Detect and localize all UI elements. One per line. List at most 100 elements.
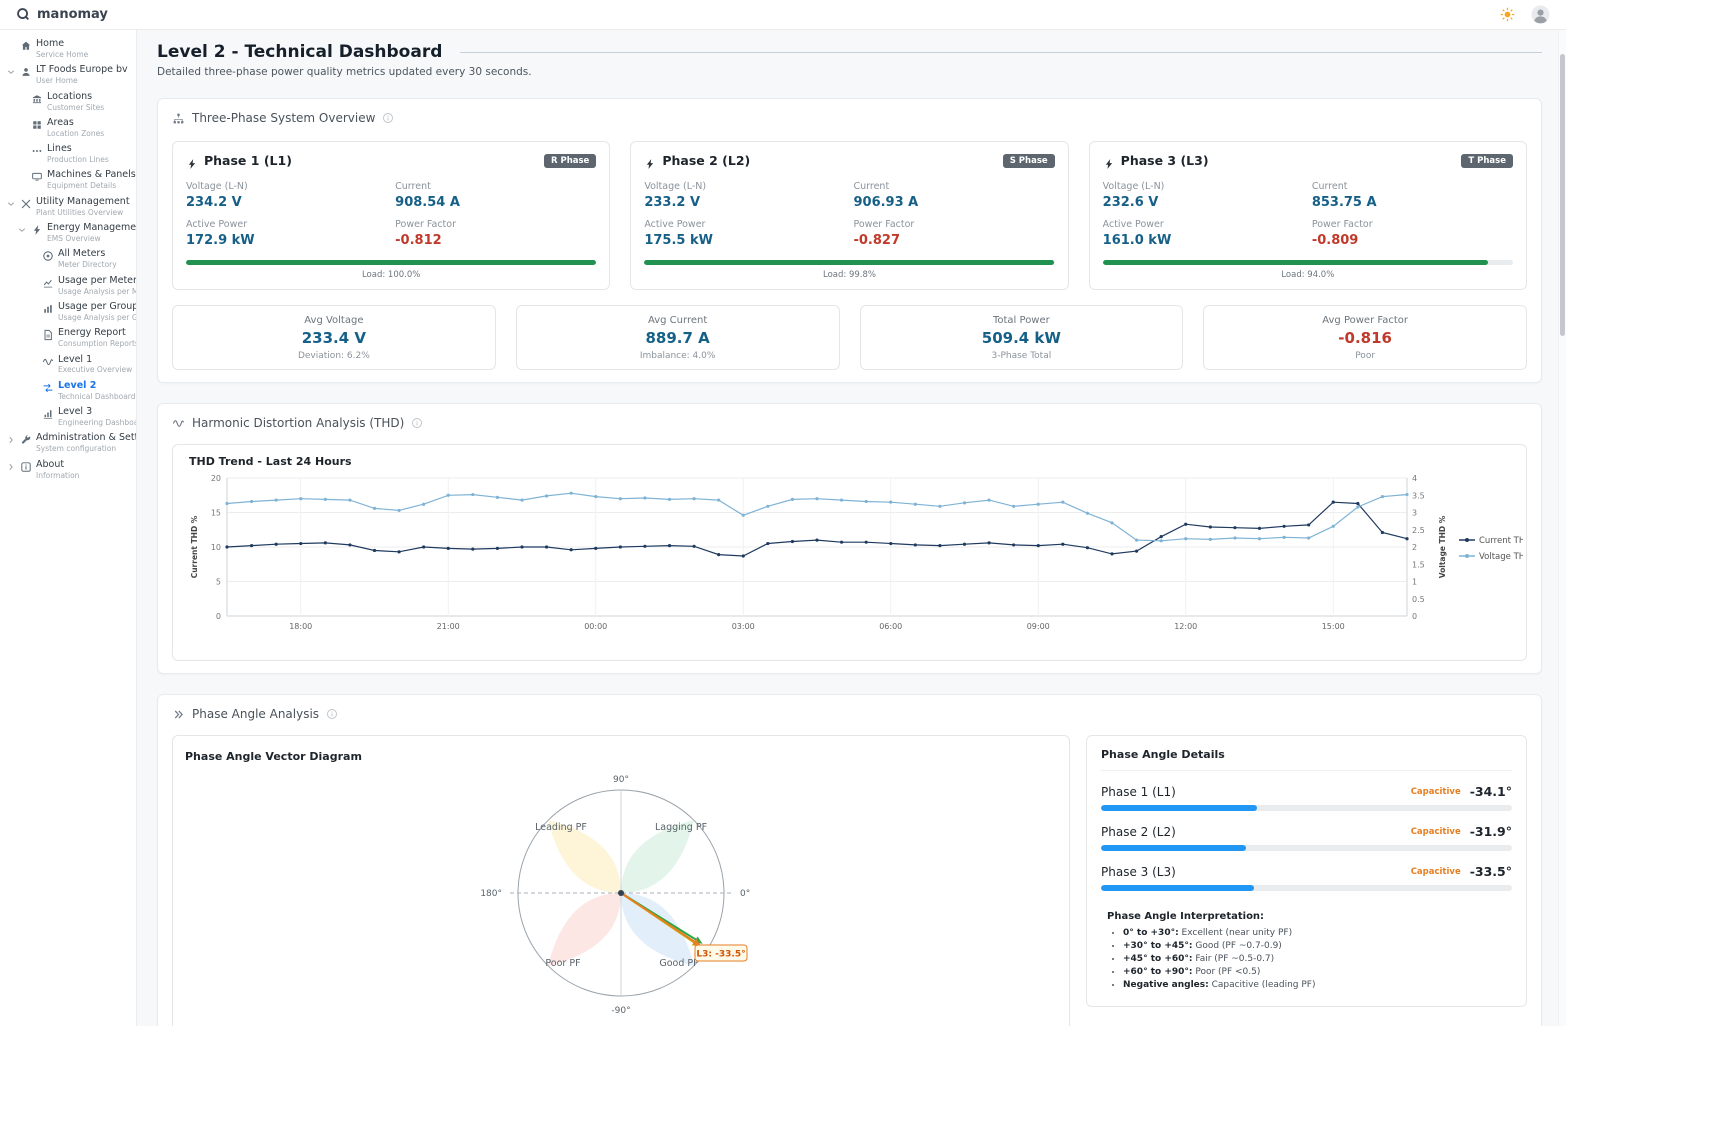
voltage-thd-marker bbox=[692, 497, 695, 500]
sidebar-item-administration-settings[interactable]: Administration & SettingsSystem configur… bbox=[0, 430, 136, 456]
load-bar-track bbox=[1103, 260, 1513, 265]
voltage-thd-marker bbox=[570, 492, 573, 495]
info-icon[interactable] bbox=[382, 112, 394, 124]
interpretation-item: +45° to +60°: Fair (PF ~0.5-0.7) bbox=[1123, 954, 1512, 964]
voltage-thd-marker bbox=[496, 496, 499, 499]
metric-value: 906.93 A bbox=[853, 195, 1054, 211]
metric-label: Power Factor bbox=[853, 219, 1054, 230]
current-thd-marker bbox=[1012, 544, 1015, 547]
current-thd-marker bbox=[717, 553, 720, 556]
theme-toggle-sun-icon[interactable] bbox=[1500, 7, 1515, 22]
sidebar-item-sublabel: Executive Overview bbox=[58, 365, 132, 374]
current-thd-marker bbox=[865, 541, 868, 544]
current-thd-marker bbox=[815, 539, 818, 542]
voltage-thd-marker bbox=[1258, 537, 1261, 540]
sidebar-item-home[interactable]: HomeService Home bbox=[0, 36, 136, 62]
info-icon[interactable] bbox=[326, 708, 338, 720]
summary-value: 889.7 A bbox=[527, 329, 829, 347]
sidebar-item-sublabel: System configuration bbox=[36, 444, 134, 453]
sidebar-item-about[interactable]: AboutInformation bbox=[0, 457, 136, 483]
sidebar-item-label: Level 2 bbox=[58, 381, 134, 392]
metric-label: Voltage (L-N) bbox=[186, 181, 387, 192]
current-thd-marker bbox=[1061, 543, 1064, 546]
voltage-thd-marker bbox=[348, 499, 351, 502]
quadrant-label-leading: Leading PF bbox=[535, 822, 587, 833]
chevron-icon bbox=[17, 172, 27, 182]
current-thd-marker bbox=[1037, 544, 1040, 547]
sidebar-item-usage-per-group[interactable]: Usage per GroupUsage Analysis per Group bbox=[0, 299, 136, 325]
interpretation-block: Phase Angle Interpretation: 0° to +30°: … bbox=[1101, 911, 1512, 990]
sidebar-item-sublabel: Service Home bbox=[36, 50, 88, 59]
chevron-down-icon bbox=[6, 67, 16, 77]
load-bar-fill bbox=[1103, 260, 1489, 265]
sidebar-item-level-1[interactable]: Level 1Executive Overview bbox=[0, 352, 136, 378]
summary-cards-row: Avg Voltage233.4 VDeviation: 6.2%Avg Cur… bbox=[172, 305, 1527, 370]
interpretation-text: Poor (PF <0.5) bbox=[1192, 967, 1260, 977]
phase-angle-bar-track bbox=[1101, 885, 1512, 891]
sidebar-item-lt-foods-europe-bv[interactable]: LT Foods Europe bvUser Home bbox=[0, 62, 136, 88]
sidebar-item-lines[interactable]: LinesProduction Lines bbox=[0, 141, 136, 167]
interpretation-text: Capacitive (leading PF) bbox=[1209, 980, 1316, 990]
voltage-thd-marker bbox=[963, 502, 966, 505]
voltage-thd-marker bbox=[545, 495, 548, 498]
voltage-thd-marker bbox=[471, 493, 474, 496]
summary-label: Avg Current bbox=[527, 315, 829, 326]
thd-chart-card: THD Trend - Last 24 Hours 0510152000.511… bbox=[172, 444, 1527, 661]
summary-label: Avg Voltage bbox=[183, 315, 485, 326]
metric-label: Power Factor bbox=[395, 219, 596, 230]
metric-value: 172.9 kW bbox=[186, 233, 387, 249]
sidebar-item-energy-management[interactable]: Energy ManagementEMS Overview bbox=[0, 220, 136, 246]
sidebar-item-level-2[interactable]: Level 2Technical Dashboard bbox=[0, 378, 136, 404]
current-thd-marker bbox=[1086, 546, 1089, 549]
svg-text:1.5: 1.5 bbox=[1412, 561, 1425, 570]
user-avatar[interactable] bbox=[1531, 5, 1550, 24]
phase-name: Phase 2 (L2) bbox=[662, 153, 996, 168]
vertical-scrollbar[interactable] bbox=[1558, 30, 1566, 1026]
voltage-thd-marker bbox=[742, 514, 745, 517]
sidebar-item-all-meters[interactable]: All MetersMeter Directory bbox=[0, 246, 136, 272]
current-thd-marker bbox=[889, 542, 892, 545]
current-thd-marker bbox=[1381, 531, 1384, 534]
metric-value: 233.2 V bbox=[644, 195, 845, 211]
voltage-thd-marker bbox=[619, 497, 622, 500]
sidebar-item-locations[interactable]: LocationsCustomer Sites bbox=[0, 89, 136, 115]
voltage-thd-marker bbox=[889, 501, 892, 504]
summary-value: 509.4 kW bbox=[871, 329, 1173, 347]
phase-angle-bar-fill bbox=[1101, 805, 1257, 811]
sidebar-item-energy-report[interactable]: Energy ReportConsumption Reports bbox=[0, 325, 136, 351]
current-thd-marker bbox=[520, 546, 523, 549]
phase-metrics: Voltage (L-N)233.2 VCurrent906.93 AActiv… bbox=[644, 181, 1054, 248]
doc-icon bbox=[42, 329, 54, 341]
arrows-icon bbox=[42, 382, 54, 394]
sidebar-item-usage-per-meter[interactable]: Usage per MeterUsage Analysis per Meter bbox=[0, 273, 136, 299]
load-bar-track bbox=[186, 260, 596, 265]
barchart-icon bbox=[42, 303, 54, 315]
sidebar-item-machines-panels[interactable]: Machines & PanelsEquipment Details bbox=[0, 167, 136, 193]
summary-subtext: Poor bbox=[1214, 351, 1516, 361]
brand[interactable]: manomay bbox=[16, 7, 108, 22]
voltage-thd-marker bbox=[1233, 537, 1236, 540]
current-thd-marker bbox=[987, 542, 990, 545]
current-thd-marker bbox=[348, 544, 351, 547]
svg-text:0: 0 bbox=[1412, 612, 1417, 621]
current-thd-marker bbox=[1184, 523, 1187, 526]
sidebar-item-utility-management[interactable]: Utility ManagementPlant Utilities Overvi… bbox=[0, 194, 136, 220]
info-icon[interactable] bbox=[411, 417, 423, 429]
chevron-down-icon bbox=[6, 199, 16, 209]
current-thd-marker bbox=[373, 549, 376, 552]
load-label: Load: 94.0% bbox=[1103, 270, 1513, 280]
metric: Power Factor-0.809 bbox=[1312, 219, 1513, 248]
summary-subtext: Deviation: 6.2% bbox=[183, 351, 485, 361]
sidebar-item-label: Energy Management bbox=[47, 223, 134, 234]
sidebar-item-areas[interactable]: AreasLocation Zones bbox=[0, 115, 136, 141]
svg-text:3: 3 bbox=[1412, 509, 1417, 518]
sidebar-item-level-3[interactable]: Level 3Engineering Dashboard bbox=[0, 404, 136, 430]
metric-value: -0.827 bbox=[853, 233, 1054, 249]
chevron-icon bbox=[28, 330, 38, 340]
phase-angle-type: Capacitive bbox=[1411, 867, 1461, 877]
sidebar-item-sublabel: Usage Analysis per Group bbox=[58, 313, 134, 322]
metric-label: Active Power bbox=[1103, 219, 1304, 230]
title-divider bbox=[460, 52, 1542, 53]
scrollbar-thumb[interactable] bbox=[1560, 54, 1565, 336]
svg-text:0.5: 0.5 bbox=[1412, 595, 1425, 604]
